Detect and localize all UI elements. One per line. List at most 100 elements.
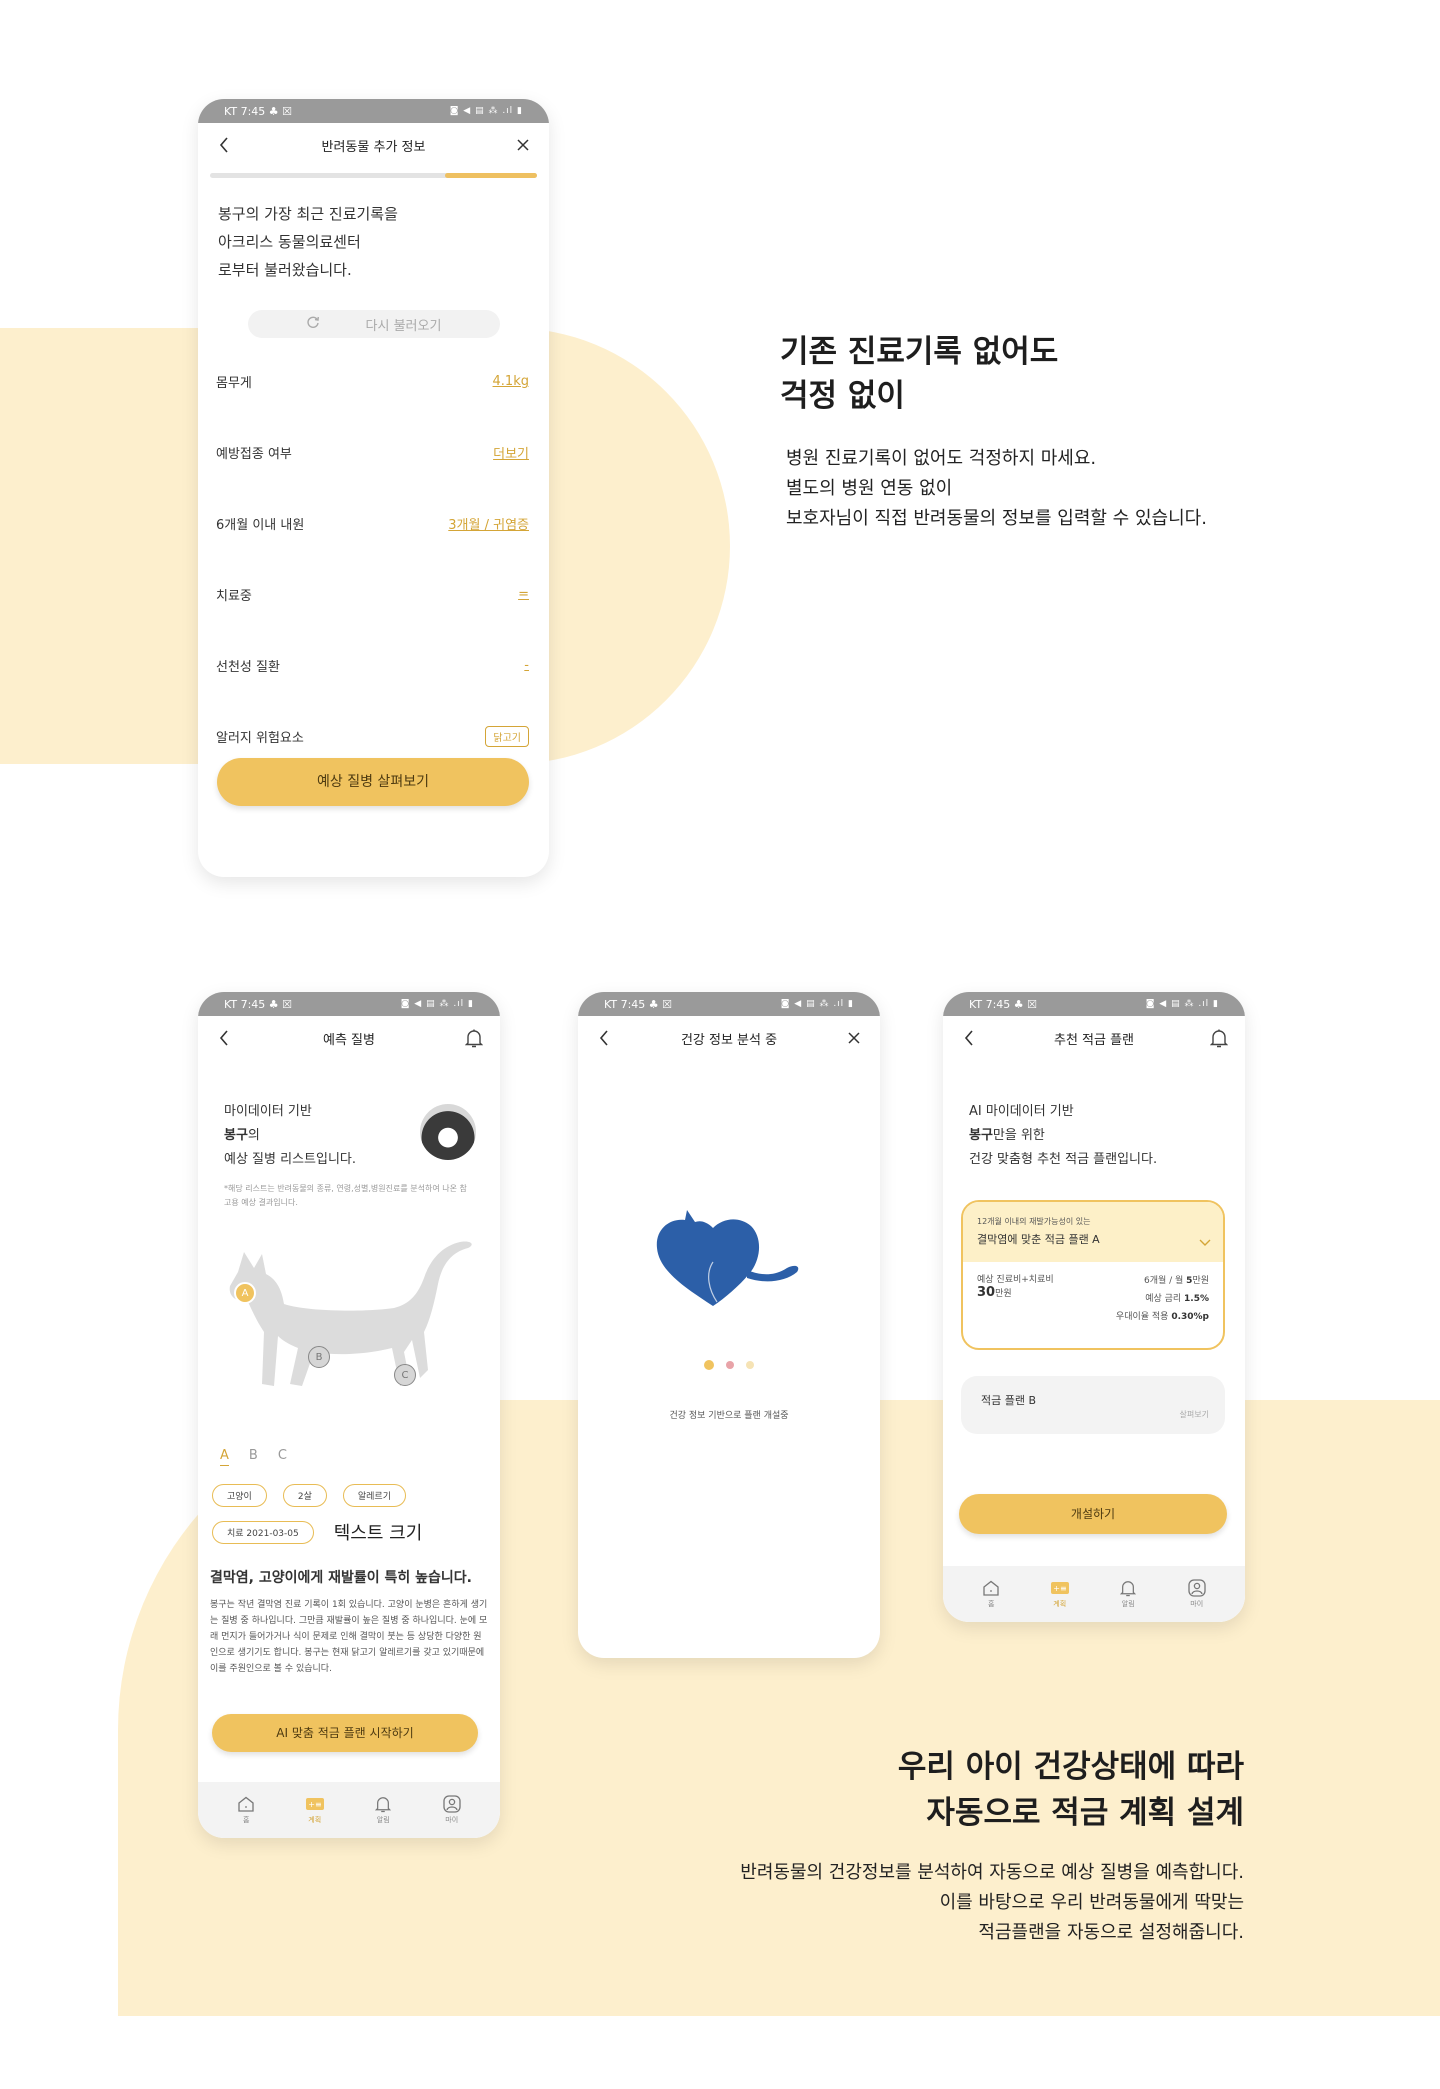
chevron-down-icon[interactable] [1199, 1232, 1211, 1251]
close-icon[interactable] [844, 1028, 864, 1048]
loading-dots [578, 1360, 880, 1370]
pet-avatar[interactable] [420, 1104, 476, 1160]
rate-value: 1.5% [1184, 1294, 1209, 1304]
headline: 기존 진료기록 없어도 걱정 없이 [772, 330, 1059, 418]
plan-a-terms: 6개월 / 월 5만원 예상 금리 1.5% 우대이율 적용 0.30%p [1116, 1272, 1209, 1326]
tab-notification[interactable]: 알림 [1108, 1579, 1148, 1609]
headline-line: 기존 진료기록 없어도 [780, 334, 1059, 370]
headline-line: 우리 아이 건강상태에 따라 [897, 1749, 1244, 1785]
disease-marker-a[interactable]: A [234, 1282, 256, 1304]
page-title: 예측 질병 [323, 1032, 375, 1048]
nav-bar: 반려동물 추가 정보 [198, 123, 549, 167]
back-icon[interactable] [214, 135, 234, 155]
tab-home[interactable]: 홈 [971, 1579, 1011, 1609]
tab-label: 홈 [243, 1816, 250, 1824]
tab-label: 계획 [1053, 1600, 1067, 1608]
disease-marker-c[interactable]: C [394, 1364, 416, 1386]
page-title: 건강 정보 분석 중 [680, 1032, 778, 1048]
info-row-treatment[interactable]: 치료중 = [198, 559, 549, 630]
row-value[interactable]: 3개월 / 귀염증 [448, 514, 529, 533]
phone-pet-info: KT 7:45 ♣ ☒ ◙ ◀ ▤ ⁂ .ıl ▮ 반려동물 추가 정보 봉구의… [198, 99, 549, 877]
close-icon[interactable] [513, 135, 533, 155]
row-value[interactable]: - [524, 658, 529, 673]
back-icon[interactable] [594, 1028, 614, 1048]
tab-label: 알림 [376, 1816, 390, 1824]
nav-bar: 추천 적금 플랜 [943, 1016, 1245, 1060]
tab-plan[interactable]: +≡ 계획 [1040, 1579, 1080, 1609]
chip-species[interactable]: 고양이 [212, 1484, 267, 1507]
header-line: AI 마이데이터 기반 [969, 1104, 1074, 1119]
status-left: KT 7:45 ♣ ☒ [224, 104, 292, 118]
plan-b-title: 적금 플랜 B [981, 1394, 1037, 1407]
pet-name: 봉구 [224, 1128, 248, 1143]
disease-tab-a[interactable]: A [220, 1448, 229, 1466]
phone-analyzing: KT 7:45 ♣ ☒ ◙ ◀ ▤ ⁂ .ıl ▮ 건강 정보 분석 중 건강 … [578, 992, 880, 1658]
plan-a-card[interactable]: 12개월 이내의 재발가능성이 있는 결막염에 맞춘 적금 플랜 A 예상 진료… [961, 1200, 1225, 1350]
tab-my[interactable]: 마이 [432, 1795, 472, 1825]
plan-b-more-link[interactable]: 살펴보기 [1180, 1409, 1209, 1420]
body-line: 별도의 병원 연동 없이 [786, 478, 953, 499]
cat-body-map: A B C [198, 1228, 500, 1438]
body-line: 병원 진료기록이 없어도 걱정하지 마세요. [786, 448, 1097, 469]
headline-line: 자동으로 적금 계획 설계 [926, 1795, 1244, 1831]
row-value[interactable]: = [518, 587, 529, 602]
loading-dot [704, 1360, 714, 1370]
status-right: ◙ ◀ ▤ ⁂ .ıl ▮ [449, 106, 523, 116]
copy-block-no-records: 기존 진료기록 없어도 걱정 없이 병원 진료기록이 없어도 걱정하지 마세요.… [772, 330, 1207, 534]
chip-age[interactable]: 2살 [282, 1484, 327, 1507]
allergy-tag[interactable]: 닭고기 [485, 726, 529, 747]
bell-icon[interactable] [464, 1028, 484, 1048]
disease-tab-b[interactable]: B [249, 1448, 258, 1466]
result-title: 결막염, 고양이에게 재발률이 특히 높습니다. [210, 1570, 472, 1586]
reload-button[interactable]: 다시 불러오기 [247, 310, 500, 338]
refresh-icon [306, 315, 320, 333]
info-row-congenital[interactable]: 선천성 질환 - [198, 630, 549, 701]
disease-tab-c[interactable]: C [278, 1448, 287, 1466]
disclaimer-text: *해당 리스트는 반려동물의 종류, 연령,성별,병원진료를 분석하여 나온 참… [224, 1184, 467, 1207]
status-bar: KT 7:45 ♣ ☒ ◙ ◀ ▤ ⁂ .ıl ▮ [943, 992, 1245, 1016]
info-row-weight[interactable]: 몸무게 4.1kg [198, 346, 549, 417]
row-label: 치료중 [216, 589, 252, 604]
svg-text:+≡: +≡ [1053, 1584, 1066, 1593]
bonus-prefix: 우대이율 적용 [1115, 1312, 1172, 1322]
plan-b-card[interactable]: 적금 플랜 B 살펴보기 [961, 1376, 1225, 1434]
plan-a-details: 예상 진료비+치료비 30만원 6개월 / 월 5만원 예상 금리 1.5% 우… [963, 1262, 1223, 1326]
open-account-button[interactable]: 개설하기 [959, 1494, 1227, 1534]
row-value[interactable]: 더보기 [493, 443, 529, 462]
body-text: 병원 진료기록이 없어도 걱정하지 마세요. 별도의 병원 연동 없이 보호자님… [780, 444, 1207, 534]
row-value[interactable]: 4.1kg [493, 374, 529, 389]
tab-plan[interactable]: +≡ 계획 [295, 1795, 335, 1825]
copy-block-auto-plan: 우리 아이 건강상태에 따라 자동으로 적금 계획 설계 반려동물의 건강정보를… [740, 1744, 1244, 1948]
tab-label: 계획 [308, 1816, 322, 1824]
name-suffix: 의 [247, 1128, 260, 1143]
cat-silhouette-icon [229, 1241, 472, 1386]
disease-marker-b[interactable]: B [308, 1346, 330, 1368]
chip-treatment-date[interactable]: 치료 2021-03-05 [212, 1520, 314, 1544]
tab-my[interactable]: 마이 [1177, 1579, 1217, 1609]
info-row-recent-visit[interactable]: 6개월 이내 내원 3개월 / 귀염증 [198, 488, 549, 559]
back-icon[interactable] [214, 1028, 234, 1048]
tab-home[interactable]: 홈 [226, 1795, 266, 1825]
phone-predicted-disease: KT 7:45 ♣ ☒ ◙ ◀ ▤ ⁂ .ıl ▮ 예측 질병 마이데이터 기반… [198, 992, 500, 1838]
bell-icon[interactable] [1209, 1028, 1229, 1048]
body-line: 보호자님이 직접 반려동물의 정보를 입력할 수 있습니다. [786, 508, 1207, 529]
headline: 우리 아이 건강상태에 따라 자동으로 적금 계획 설계 [898, 1744, 1244, 1836]
body-line: 반려동물의 건강정보를 분석하여 자동으로 예상 질병을 예측합니다. [740, 1862, 1244, 1883]
status-right: ◙ ◀ ▤ ⁂ .ıl ▮ [1145, 999, 1219, 1009]
info-row-vaccination[interactable]: 예방접종 여부 더보기 [198, 417, 549, 488]
plan-a-title: 결막염에 맞춘 적금 플랜 A [977, 1233, 1100, 1246]
back-icon[interactable] [959, 1028, 979, 1048]
result-body: 봉구는 작년 결막염 진료 기록이 1회 있습니다. 고양이 눈병은 흔하게 생… [210, 1600, 488, 1674]
start-ai-plan-button[interactable]: AI 맞춤 적금 플랜 시작하기 [212, 1714, 478, 1752]
home-icon [236, 1795, 256, 1813]
view-predicted-disease-button[interactable]: 예상 질병 살펴보기 [217, 758, 529, 806]
heart-cat-logo-icon [653, 1210, 803, 1314]
body-line: 이를 바탕으로 우리 반려동물에게 딱맞는 [939, 1892, 1244, 1913]
chip-allergy[interactable]: 알레르기 [342, 1484, 406, 1507]
tab-notification[interactable]: 알림 [363, 1795, 403, 1825]
progress-bar [210, 173, 537, 178]
bonus-value: 0.30%p [1171, 1312, 1209, 1322]
term-unit: 만원 [1192, 1276, 1209, 1286]
cost-label: 예상 진료비+치료비 [977, 1275, 1054, 1285]
info-rows: 몸무게 4.1kg 예방접종 여부 더보기 6개월 이내 내원 3개월 / 귀염… [198, 346, 549, 772]
